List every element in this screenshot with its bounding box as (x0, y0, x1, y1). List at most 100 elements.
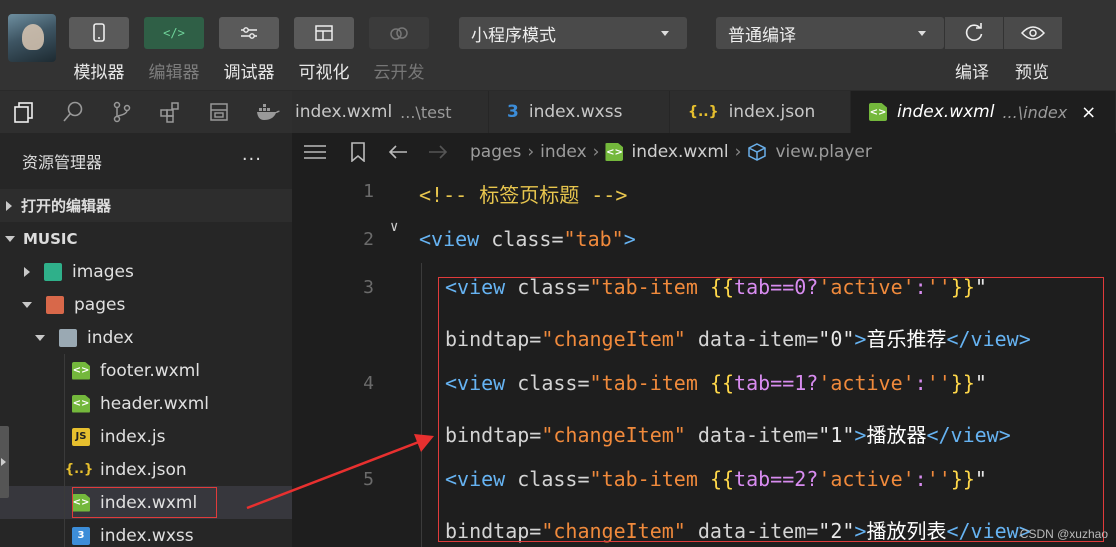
back-arrow-icon[interactable] (388, 144, 408, 160)
tab-index-wxml-test[interactable]: index.wxml ...\test (292, 91, 489, 133)
wxml-file-icon: <> (72, 361, 90, 380)
chevron-down-icon (22, 301, 32, 308)
close-icon[interactable]: × (1081, 102, 1096, 123)
eye-icon (1021, 26, 1045, 40)
line-number: 3 (363, 277, 374, 298)
wxml-file-icon: <> (72, 394, 90, 413)
refresh-icon (965, 23, 983, 41)
top-toolbar: 模拟器 </> 编辑器 调试器 可视化 云开发 小程序模式 普通编译 编译 预览 (0, 0, 1116, 91)
open-editors-section[interactable]: 打开的编辑器 (0, 189, 292, 222)
breadcrumb-item[interactable]: view.player (775, 142, 871, 162)
code-line-2: <view class="tab"> (419, 227, 636, 251)
editor-button[interactable]: </> 编辑器 (144, 17, 204, 83)
wxml-file-icon: <> (869, 103, 887, 121)
tree-item-index-folder[interactable]: index (0, 321, 292, 354)
json-file-icon: {..} (64, 462, 94, 477)
tab-index-json[interactable]: {..} index.json (670, 91, 851, 133)
chevron-down-icon (661, 31, 669, 36)
tab-label: index.json (728, 102, 816, 122)
tree-item-footer-wxml[interactable]: <> footer.wxml (0, 354, 292, 387)
tree-item-header-wxml[interactable]: <> header.wxml (0, 387, 292, 420)
preview-button[interactable] (1004, 17, 1062, 49)
tree-item-index-wxml[interactable]: <> index.wxml (0, 486, 292, 519)
chevron-right-icon: › (734, 142, 742, 162)
source-control-icon[interactable] (97, 91, 146, 133)
breadcrumb-item[interactable]: index.wxml (631, 142, 728, 162)
debugger-button[interactable]: 调试器 (219, 17, 279, 83)
js-file-icon: JS (72, 427, 90, 446)
code-editor[interactable]: 1 2 3 4 5 ∨ <!-- 标签页标题 --> <view class="… (292, 171, 1116, 547)
tree-item-images[interactable]: images (0, 255, 292, 288)
tree-item-index-json[interactable]: {..} index.json (0, 453, 292, 486)
folder-icon (44, 262, 62, 281)
tree-item-label: pages (74, 294, 126, 315)
explorer-panel: 资源管理器 ··· 打开的编辑器 MUSIC images pages inde… (0, 133, 292, 547)
panel-toggle-handle[interactable] (0, 426, 9, 498)
line-number: 1 (363, 181, 374, 202)
code-icon: </> (163, 26, 185, 40)
tab-label: index.wxml (897, 102, 995, 122)
project-section-music[interactable]: MUSIC (0, 222, 292, 255)
search-icon[interactable] (49, 91, 98, 133)
tab-label: index.wxml (295, 102, 393, 122)
layout-icon (315, 25, 333, 41)
tab-index-wxml-active[interactable]: <> index.wxml ...\index × (851, 91, 1116, 133)
tree-item-label: footer.wxml (100, 360, 200, 381)
files-icon[interactable] (0, 91, 49, 133)
cloud-dev-button[interactable]: 云开发 (369, 17, 429, 83)
avatar[interactable] (8, 14, 56, 62)
line-number: 5 (363, 469, 374, 490)
section-label: MUSIC (23, 229, 78, 248)
tree-item-label: header.wxml (100, 393, 209, 414)
wxml-file-icon: <> (605, 143, 624, 161)
breadcrumb-item[interactable]: index (540, 142, 587, 162)
breadcrumb: pages › index › <> index.wxml › view.pla… (292, 133, 1116, 171)
chevron-right-icon (6, 200, 12, 211)
tab-index-wxss[interactable]: 3 index.wxss (489, 91, 670, 133)
chevron-down-icon (35, 334, 45, 341)
chevron-down-icon (918, 31, 926, 36)
forward-arrow-icon[interactable] (428, 144, 448, 160)
more-actions-icon[interactable]: ··· (242, 149, 262, 170)
bookmark-icon[interactable] (350, 142, 366, 162)
explorer-title: 资源管理器 (22, 153, 103, 172)
template-icon[interactable] (195, 91, 244, 133)
tree-item-label: index.js (100, 426, 166, 447)
compile-button[interactable] (945, 17, 1003, 49)
tab-path-hint: ...\index (1002, 102, 1068, 122)
tree-item-pages[interactable]: pages (0, 288, 292, 321)
compile-mode-select[interactable]: 普通编译 (716, 17, 944, 49)
tree-item-index-wxss[interactable]: 3 index.wxss (0, 519, 292, 547)
wxss-file-icon: 3 (72, 526, 90, 545)
watermark: CSDN @xuzhao (1019, 527, 1108, 541)
chevron-right-icon: › (592, 142, 600, 162)
activity-bar (0, 91, 292, 133)
breadcrumb-item[interactable]: pages (470, 142, 521, 162)
list-icon[interactable] (304, 144, 326, 160)
extensions-icon[interactable] (146, 91, 195, 133)
editor-label: 编辑器 (148, 63, 200, 83)
docker-icon[interactable] (243, 91, 292, 133)
section-label: 打开的编辑器 (21, 197, 112, 215)
folder-open-icon (59, 328, 77, 347)
visualize-button[interactable]: 可视化 (294, 17, 354, 83)
editor-tabs: index.wxml ...\test 3 index.wxss {..} in… (292, 91, 1116, 133)
visualize-label: 可视化 (298, 63, 350, 83)
cube-icon (747, 142, 767, 162)
cloud-dev-label: 云开发 (373, 63, 425, 83)
tab-path-hint: ...\test (400, 102, 452, 122)
mode-select[interactable]: 小程序模式 (459, 17, 687, 49)
highlight-box (438, 277, 1104, 542)
tree-item-label: index.wxss (100, 525, 194, 546)
tree-item-index-js[interactable]: JS index.js (0, 420, 292, 453)
chevron-right-icon (24, 266, 30, 277)
tab-label: index.wxss (528, 102, 623, 122)
compile-label: 编译 (955, 63, 989, 83)
fold-chevron-icon[interactable]: ∨ (390, 219, 398, 235)
preview-label: 预览 (1015, 63, 1049, 83)
simulator-label: 模拟器 (73, 63, 125, 83)
folder-icon (46, 295, 64, 314)
simulator-button[interactable]: 模拟器 (69, 17, 129, 83)
line-number: 4 (363, 373, 374, 394)
highlight-box (72, 487, 217, 518)
